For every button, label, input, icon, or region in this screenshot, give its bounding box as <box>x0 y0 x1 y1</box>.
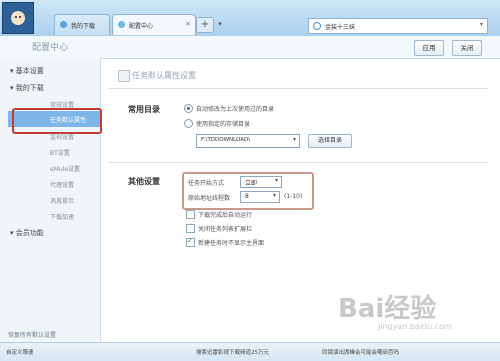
common-dir-label: 常用目录 <box>128 105 160 114</box>
sidebar-section-member[interactable]: ▾ 会员功能 <box>10 228 44 238</box>
checkbox-close-extension-bar[interactable] <box>186 224 195 233</box>
divider <box>108 88 488 89</box>
watermark-url: jingyan.baidu.com <box>378 322 452 331</box>
chevron-down-icon[interactable]: ▾ <box>480 21 483 28</box>
search-input[interactable]: 金装十三妹 ▾ <box>308 18 488 34</box>
gear-icon <box>118 21 125 28</box>
tab-menu-chevron-icon[interactable]: ▾ <box>214 17 226 31</box>
status-news-2[interactable]: 同镜演出席峰会可能会嘲讽芭吗 <box>322 348 399 356</box>
sidebar-item-proxy[interactable]: 代理设置 <box>50 180 74 189</box>
tab-config-center[interactable]: 配置中心 × <box>112 14 196 35</box>
tab-label: 配置中心 <box>129 23 154 30</box>
user-avatar[interactable] <box>2 2 34 34</box>
restore-defaults-link[interactable]: 恢复所有默认设置 <box>8 330 56 339</box>
close-tab-icon[interactable]: × <box>185 20 191 28</box>
threads-range: (1-10) <box>284 193 303 200</box>
search-text: 金装十三妹 <box>325 24 356 31</box>
checkbox-hide-main-window-label: 新建任务时不显示主界面 <box>198 240 265 247</box>
radio-specified-dir[interactable] <box>184 119 193 128</box>
choose-dir-button[interactable]: 选择目录 <box>308 134 352 148</box>
checkbox-close-extension-bar-label: 关闭任务列表扩展栏 <box>198 226 253 233</box>
sidebar-item-bt[interactable]: BT设置 <box>50 148 70 157</box>
other-settings-label: 其他设置 <box>128 177 160 186</box>
checkbox-run-after-download-label: 下载完成后自动运行 <box>198 212 253 219</box>
download-path-select[interactable]: F:\TDDOWNLOAD\ ▾ <box>196 134 300 148</box>
checkbox-run-after-download[interactable] <box>186 210 195 219</box>
radio-specified-dir-label: 使用指定的存储目录 <box>196 121 251 128</box>
sidebar-item-accelerate[interactable]: 下载加速 <box>50 212 74 221</box>
sidebar-section-basic[interactable]: ▾ 基本设置 <box>10 66 44 76</box>
radio-last-used-dir-label: 自动修改为上次使用过的目录 <box>196 106 275 113</box>
start-mode-value: 立即 <box>245 180 258 187</box>
close-button[interactable]: 关闭 <box>452 40 482 56</box>
status-bar: 自定义限速 搜索迅雷影视下载频道25万元 同镜演出席峰会可能会嘲讽芭吗 <box>0 342 500 361</box>
section-title: 任务默认属性设置 <box>132 71 196 80</box>
divider <box>108 162 488 163</box>
threads-label: 原始地址线程数 <box>188 195 231 202</box>
chevron-down-icon: ▾ <box>274 177 278 184</box>
sidebar-item-monitor[interactable]: 监视设置 <box>50 132 74 141</box>
threads-select[interactable]: 8 ▾ <box>240 191 280 203</box>
start-mode-label: 任务开始方式 <box>188 180 225 187</box>
tab-label: 我的下载 <box>71 23 96 30</box>
sidebar-item-notify[interactable]: 消息提示 <box>50 196 74 205</box>
status-news-1[interactable]: 搜索迅雷影视下载频道25万元 <box>196 348 269 356</box>
threads-value: 8 <box>245 193 249 200</box>
start-mode-select[interactable]: 立即 ▾ <box>240 176 282 188</box>
sidebar-section-downloads[interactable]: ▾ 我的下载 <box>10 83 44 93</box>
search-icon <box>313 22 321 30</box>
apply-button[interactable]: 应用 <box>414 40 444 56</box>
path-value: F:\TDDOWNLOAD\ <box>201 137 251 143</box>
chevron-down-icon: ▾ <box>292 136 296 143</box>
sidebar-item-emule[interactable]: eMule设置 <box>50 164 80 173</box>
tab-my-downloads[interactable]: 我的下载 <box>54 14 110 35</box>
speed-limit-status[interactable]: 自定义限速 <box>6 348 34 356</box>
download-icon <box>60 21 67 28</box>
radio-last-used-dir[interactable] <box>184 104 193 113</box>
highlight-box <box>12 108 102 134</box>
checkbox-hide-main-window[interactable] <box>186 237 195 247</box>
settings-page-icon <box>118 70 130 82</box>
new-tab-button[interactable]: + <box>196 17 214 33</box>
chevron-down-icon: ▾ <box>272 192 276 199</box>
page-title: 配置中心 <box>32 43 69 53</box>
watermark-logo: Bai经验 <box>338 294 437 324</box>
